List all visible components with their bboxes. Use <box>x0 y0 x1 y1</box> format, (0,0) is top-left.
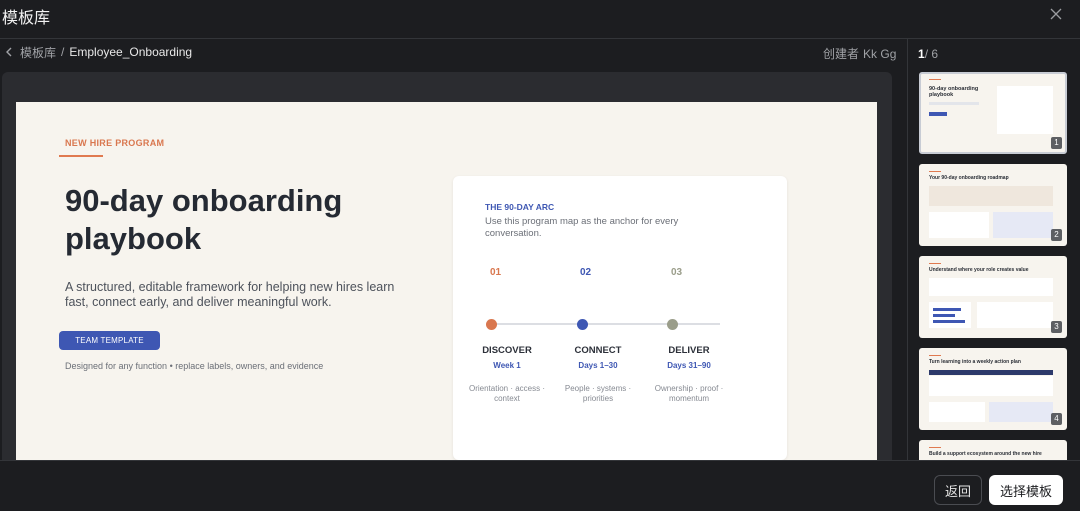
thumb-text-block <box>929 102 979 105</box>
dialog-title: 模板库 <box>2 10 51 27</box>
dialog-footer: 返回 选择模板 <box>0 460 1080 511</box>
slide-headline: 90-day onboarding playbook <box>65 183 343 256</box>
back-button[interactable]: 返回 <box>934 475 982 505</box>
slide-eyebrow: NEW HIRE PROGRAM <box>65 138 165 148</box>
thumb-number: 2 <box>1051 229 1062 241</box>
creator-info: 创建者 Kk Gg <box>823 45 896 62</box>
thumb-card-block <box>997 86 1053 134</box>
thumb-title: Understand where your role creates value <box>929 267 1029 273</box>
thumb-title: Turn learning into a weekly action plan <box>929 359 1021 365</box>
team-template-badge: TEAM TEMPLATE <box>59 331 160 350</box>
card-subtitle: Use this program map as the anchor for e… <box>485 216 679 239</box>
eyebrow-underline <box>59 155 103 157</box>
thumb-accent-line <box>929 263 941 264</box>
thumb-list-block <box>993 212 1053 238</box>
breadcrumb-current: Employee_Onboarding <box>69 45 193 59</box>
thumb-accent-line <box>929 355 941 356</box>
panel-divider <box>907 39 908 460</box>
creator-name: Kk Gg <box>863 47 897 61</box>
stage-name: CONNECT <box>574 345 622 356</box>
thumb-accent-line <box>929 79 941 80</box>
thumb-title: Your 90-day onboarding roadmap <box>929 175 1009 181</box>
thumb-chart-block <box>929 402 985 422</box>
page-indicator: 1/ 6 <box>918 47 938 61</box>
thumb-table-header <box>929 370 1053 375</box>
thumbnail-list: 90-day onboarding playbook 1 Your 90-day… <box>918 72 1068 460</box>
program-arc-card: THE 90-DAY ARC Use this program map as t… <box>453 176 787 460</box>
thumb-title: 90-day onboarding playbook <box>929 86 979 98</box>
stage-description: Orientation · access · context <box>468 384 546 403</box>
thumb-title: Build a support ecosystem around the new… <box>929 451 1042 457</box>
thumb-value-block <box>929 278 1053 296</box>
thumbnail-slide[interactable]: Understand where your role creates value… <box>919 256 1067 338</box>
stage-timing: Week 1 <box>493 361 521 370</box>
stage-dot <box>486 319 497 330</box>
thumbnail-slide[interactable]: Turn learning into a weekly action plan … <box>919 348 1067 430</box>
stage-timing: Days 1–30 <box>578 361 618 370</box>
breadcrumb-parent[interactable]: 模板库 <box>20 44 56 61</box>
stage-number: 02 <box>580 267 592 278</box>
select-template-button[interactable]: 选择模板 <box>989 475 1063 505</box>
thumb-roadmap-block <box>929 186 1053 206</box>
thumb-table-block <box>977 302 1053 328</box>
thumb-badge-block <box>929 112 947 116</box>
creator-label: 创建者 <box>823 47 860 61</box>
thumb-table-body <box>929 376 1053 396</box>
stage-dot <box>577 319 588 330</box>
close-icon[interactable] <box>1046 4 1066 24</box>
thumb-bar <box>933 314 955 317</box>
page-total: / 6 <box>924 47 939 61</box>
slide-lead: A structured, editable framework for hel… <box>65 280 395 309</box>
chevron-left-icon[interactable] <box>4 45 14 59</box>
card-title: THE 90-DAY ARC <box>485 202 555 212</box>
stage-name: DELIVER <box>668 345 710 356</box>
thumb-chart-block <box>929 212 989 238</box>
slide-canvas: NEW HIRE PROGRAM 90-day onboarding playb… <box>16 102 877 460</box>
stage-number: 01 <box>490 267 502 278</box>
stage-number: 03 <box>671 267 683 278</box>
stage-description: People · systems · priorities <box>564 384 632 403</box>
stage-timing: Days 31–90 <box>667 361 711 370</box>
thumb-accent-line <box>929 447 941 448</box>
slide-note: Designed for any function • replace labe… <box>65 361 324 371</box>
stage-description: Ownership · proof · momentum <box>654 384 724 403</box>
page-current: 1 <box>918 47 925 61</box>
thumbnail-slide[interactable]: Build a support ecosystem around the new… <box>919 440 1067 460</box>
thumb-number: 1 <box>1051 137 1062 149</box>
thumb-number: 4 <box>1051 413 1062 425</box>
thumb-note-block <box>989 402 1053 422</box>
breadcrumb: 模板库 / Employee_Onboarding <box>4 44 192 60</box>
stage-name: DISCOVER <box>482 345 532 356</box>
thumbnail-slide[interactable]: Your 90-day onboarding roadmap 2 <box>919 164 1067 246</box>
thumb-bar <box>933 308 961 311</box>
dialog-header: 模板库 <box>0 0 1080 39</box>
timeline-track <box>490 323 720 325</box>
slide-preview: NEW HIRE PROGRAM 90-day onboarding playb… <box>2 72 892 460</box>
thumbnail-slide[interactable]: 90-day onboarding playbook 1 <box>919 72 1067 154</box>
breadcrumb-separator: / <box>61 45 65 59</box>
thumb-accent-line <box>929 171 941 172</box>
thumb-bar <box>933 320 965 323</box>
thumb-number: 3 <box>1051 321 1062 333</box>
stage-dot <box>667 319 678 330</box>
